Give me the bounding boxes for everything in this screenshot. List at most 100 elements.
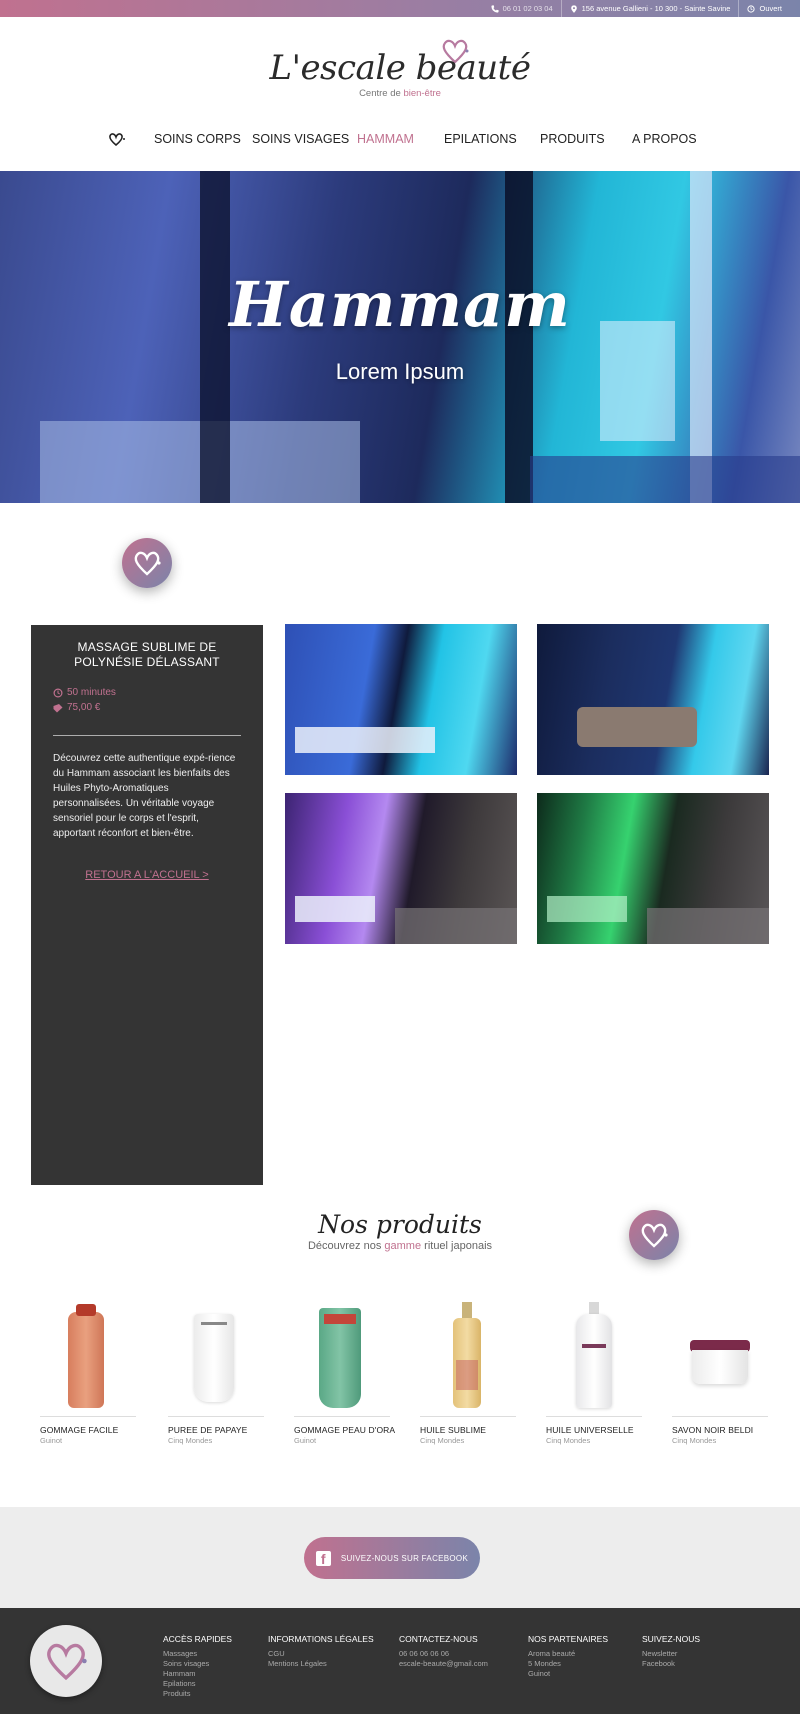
subtitle-accent: gamme <box>384 1240 422 1252</box>
product-image <box>294 1300 390 1412</box>
product-name: HUILE SUBLIME <box>420 1425 487 1435</box>
divider <box>168 1416 264 1417</box>
back-home-link[interactable]: RETOUR A L'ACCUEIL > <box>53 869 241 881</box>
product-card[interactable]: GOMMAGE FACILE Guinot <box>40 1300 136 1445</box>
service-title: MASSAGE SUBLIME DE POLYNÉSIE DÉLASSANT <box>74 640 220 669</box>
service-duration: 50 minutes <box>53 685 241 700</box>
divider <box>420 1416 516 1417</box>
heart-badge <box>122 538 172 588</box>
heart-home-icon[interactable] <box>107 131 127 147</box>
footer-heading: SUIVEZ-NOUS <box>642 1634 701 1644</box>
divider <box>546 1416 642 1417</box>
subtitle-prefix: Découvrez nos <box>307 1240 385 1252</box>
product-brand: Cinq Mondes <box>546 1436 591 1445</box>
footer-heading: CONTACTEZ-NOUS <box>399 1634 478 1644</box>
service-meta: 50 minutes 75,00 € <box>53 685 241 715</box>
product-image <box>546 1300 642 1412</box>
site-logo[interactable]: L'escale beauté Centre de bien-être <box>0 30 800 100</box>
phone-icon <box>490 4 499 13</box>
product-name: SAVON NOIR BELDI <box>672 1425 754 1435</box>
footer-link[interactable]: Newsletter <box>642 1649 700 1659</box>
brand-tagline: Centre de bien-être <box>359 88 441 99</box>
product-brand: Cinq Mondes <box>420 1436 465 1445</box>
product-image <box>420 1300 516 1412</box>
divider <box>40 1416 136 1417</box>
hero-title: Hammam <box>229 268 571 341</box>
clock-icon <box>53 688 63 697</box>
facebook-icon: f <box>315 1550 331 1566</box>
product-card[interactable]: HUILE SUBLIME Cinq Mondes <box>420 1300 516 1445</box>
footer-link[interactable]: Produits <box>163 1689 232 1699</box>
price-tag-icon <box>53 703 63 712</box>
gallery-image[interactable] <box>285 624 517 775</box>
nav-a-propos[interactable]: A PROPOS <box>632 132 697 146</box>
address-info[interactable]: 156 avenue Gallieni - 10 300 - Sainte Sa… <box>560 0 739 17</box>
product-image <box>672 1300 768 1412</box>
product-brand: Cinq Mondes <box>672 1436 717 1445</box>
product-card[interactable]: GOMMAGE PEAU D'ORA Guinot <box>294 1300 396 1445</box>
nav-hammam[interactable]: HAMMAM <box>357 132 414 146</box>
products-subtitle: Découvrez nos gamme rituel japonais <box>0 1240 800 1252</box>
facebook-follow-button[interactable]: f SUIVEZ-NOUS SUR FACEBOOK <box>304 1537 480 1579</box>
product-card[interactable]: HUILE UNIVERSELLE Cinq Mondes <box>546 1300 642 1445</box>
footer-link[interactable]: CGU <box>268 1649 374 1659</box>
main-navigation: SOINS CORPS SOINS VISAGES HAMMAM EPILATI… <box>0 128 800 158</box>
footer-heading: NOS PARTENAIRES <box>528 1634 608 1644</box>
footer-column-quick-access: ACCÈS RAPIDES Massages Soins visages Ham… <box>163 1634 232 1699</box>
photo-floor-shape <box>647 908 769 944</box>
footer-link[interactable]: Aroma beauté <box>528 1649 608 1659</box>
footer-link[interactable]: Epilations <box>163 1679 232 1689</box>
product-image <box>40 1300 136 1412</box>
status-text: Ouvert <box>759 4 782 13</box>
nav-soins-corps[interactable]: SOINS CORPS <box>154 132 241 146</box>
footer-link[interactable]: 06 06 06 06 06 <box>399 1649 488 1659</box>
social-band: f SUIVEZ-NOUS SUR FACEBOOK <box>0 1507 800 1608</box>
product-name: GOMMAGE FACILE <box>40 1425 119 1435</box>
nav-epilations[interactable]: EPILATIONS <box>444 132 517 146</box>
duration-text: 50 minutes <box>67 687 116 698</box>
footer-link[interactable]: escale-beaute@gmail.com <box>399 1659 488 1669</box>
photo-floor-shape <box>395 908 517 944</box>
photo-bench-shape <box>295 896 375 922</box>
footer-link[interactable]: Guinot <box>528 1669 608 1679</box>
tagline-accent: bien-être <box>403 88 441 99</box>
product-name: GOMMAGE PEAU D'ORA <box>294 1425 396 1435</box>
service-description: Découvrez cette authentique expé-rience … <box>53 753 236 839</box>
product-card[interactable]: PUREE DE PAPAYE Cinq Mondes <box>168 1300 264 1445</box>
phone-info[interactable]: 06 01 02 03 04 <box>483 0 561 17</box>
footer-logo[interactable] <box>30 1625 102 1697</box>
top-info-bar: 06 01 02 03 04 156 avenue Gallieni - 10 … <box>0 0 800 17</box>
divider <box>672 1416 768 1417</box>
footer-link[interactable]: Soins visages <box>163 1659 232 1669</box>
footer-heading: ACCÈS RAPIDES <box>163 1634 232 1644</box>
nav-soins-visages[interactable]: SOINS VISAGES <box>252 132 349 146</box>
footer-link[interactable]: Massages <box>163 1649 232 1659</box>
product-image <box>168 1300 264 1412</box>
tagline-prefix: Centre de <box>359 88 404 99</box>
gallery-image[interactable] <box>537 624 769 775</box>
heart-logo-icon <box>134 551 161 576</box>
footer-link[interactable]: Hammam <box>163 1669 232 1679</box>
product-brand: Guinot <box>294 1436 317 1445</box>
divider <box>53 735 241 736</box>
footer-link[interactable]: 5 Mondes <box>528 1659 608 1669</box>
address-text: 156 avenue Gallieni - 10 300 - Sainte Sa… <box>581 4 731 13</box>
service-price: 75,00 € <box>53 700 241 715</box>
footer-column-partners: NOS PARTENAIRES Aroma beauté 5 Mondes Gu… <box>528 1634 608 1679</box>
hero-floor-shape <box>530 456 800 503</box>
heart-badge <box>629 1210 679 1260</box>
product-brand: Guinot <box>40 1436 63 1445</box>
footer-link[interactable]: Mentions Légales <box>268 1659 374 1669</box>
subtitle-suffix: rituel japonais <box>421 1240 493 1252</box>
map-pin-icon <box>570 4 577 13</box>
product-card[interactable]: SAVON NOIR BELDI Cinq Mondes <box>672 1300 768 1445</box>
footer-column-contact: CONTACTEZ-NOUS 06 06 06 06 06 escale-bea… <box>399 1634 488 1669</box>
heart-logo-icon <box>47 1643 87 1681</box>
photo-bench-shape <box>295 727 435 753</box>
gallery-image[interactable] <box>285 793 517 944</box>
gallery-image[interactable] <box>537 793 769 944</box>
service-card: MASSAGE SUBLIME DE POLYNÉSIE DÉLASSANT 5… <box>31 625 263 1185</box>
footer-link[interactable]: Facebook <box>642 1659 700 1669</box>
nav-produits[interactable]: PRODUITS <box>540 132 605 146</box>
product-brand: Cinq Mondes <box>168 1436 213 1445</box>
